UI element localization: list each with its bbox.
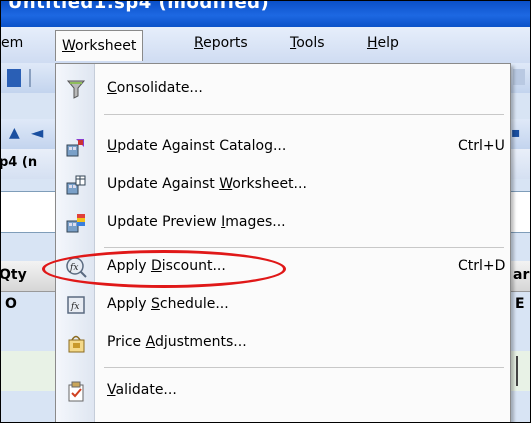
document-tab-label[interactable]: p4 (n <box>1 155 37 170</box>
app-window: - Untitled1.sp4 (modified) em Worksheet … <box>0 0 531 423</box>
menu-worksheet-rest: orksheet <box>75 38 137 54</box>
window-title: - Untitled1.sp4 (modified) <box>0 0 270 13</box>
menu-worksheet[interactable]: Worksheet <box>55 30 144 61</box>
arrow-up-icon[interactable]: ▲ <box>9 125 20 141</box>
menu-item-update-preview-images[interactable]: Update Preview Images... <box>56 208 510 240</box>
menu-tools[interactable]: Tools <box>290 35 325 51</box>
menu-separator <box>104 114 504 115</box>
grid-header-qty: Qty <box>0 267 27 283</box>
menu-item-validate[interactable]: Validate... <box>56 376 510 408</box>
shortcut-ctrl-u: Ctrl+U <box>458 138 505 154</box>
menu-item-apply-schedule[interactable]: fx Apply Schedule... <box>56 290 510 322</box>
menu-icon-gutter <box>56 64 95 422</box>
menu-item-update-against-catalog[interactable]: Update Against Catalog... Ctrl+U <box>56 132 510 164</box>
menu-item-system[interactable]: em <box>1 35 23 51</box>
menu-item-consolidate[interactable]: Consolidate... <box>56 74 510 106</box>
grid-divider <box>516 356 518 386</box>
menu-item-update-against-worksheet[interactable]: Update Against Worksheet... <box>56 170 510 202</box>
arrow-left-icon[interactable]: ◄ <box>31 123 43 142</box>
menu-separator <box>104 247 504 248</box>
menu-item-price-adjustments[interactable]: Price Adjustments... <box>56 328 510 360</box>
validate-icon <box>68 381 84 402</box>
grid-cell-left[interactable]: O <box>5 296 17 312</box>
grip-icon: ▪ <box>511 125 521 141</box>
worksheet-dropdown-menu: Consolidate... Update Against Catalog...… <box>42 63 511 422</box>
toolbar-separator <box>29 69 31 87</box>
menu-bar: em Worksheet Reports Tools Help <box>1 27 530 63</box>
toolbar-button-icon[interactable] <box>7 69 21 87</box>
menu-help[interactable]: Help <box>367 35 399 51</box>
title-bar: - Untitled1.sp4 (modified) <box>0 0 530 27</box>
highlight-ellipse <box>42 250 286 288</box>
price-adjustments-icon <box>68 335 85 353</box>
toolbar-button-right-icon[interactable] <box>513 69 525 85</box>
grid-cell-right[interactable]: E <box>515 296 525 312</box>
grid-header-right: ar <box>513 267 530 283</box>
shortcut-ctrl-d: Ctrl+D <box>458 258 506 274</box>
menu-reports[interactable]: Reports <box>194 35 248 51</box>
consolidate-icon <box>66 80 86 99</box>
update-worksheet-icon <box>66 175 86 195</box>
menu-separator <box>104 367 504 368</box>
update-catalog-icon <box>66 139 84 157</box>
update-images-icon <box>66 214 85 233</box>
apply-schedule-icon: fx <box>67 296 85 314</box>
svg-text:fx: fx <box>70 302 79 312</box>
